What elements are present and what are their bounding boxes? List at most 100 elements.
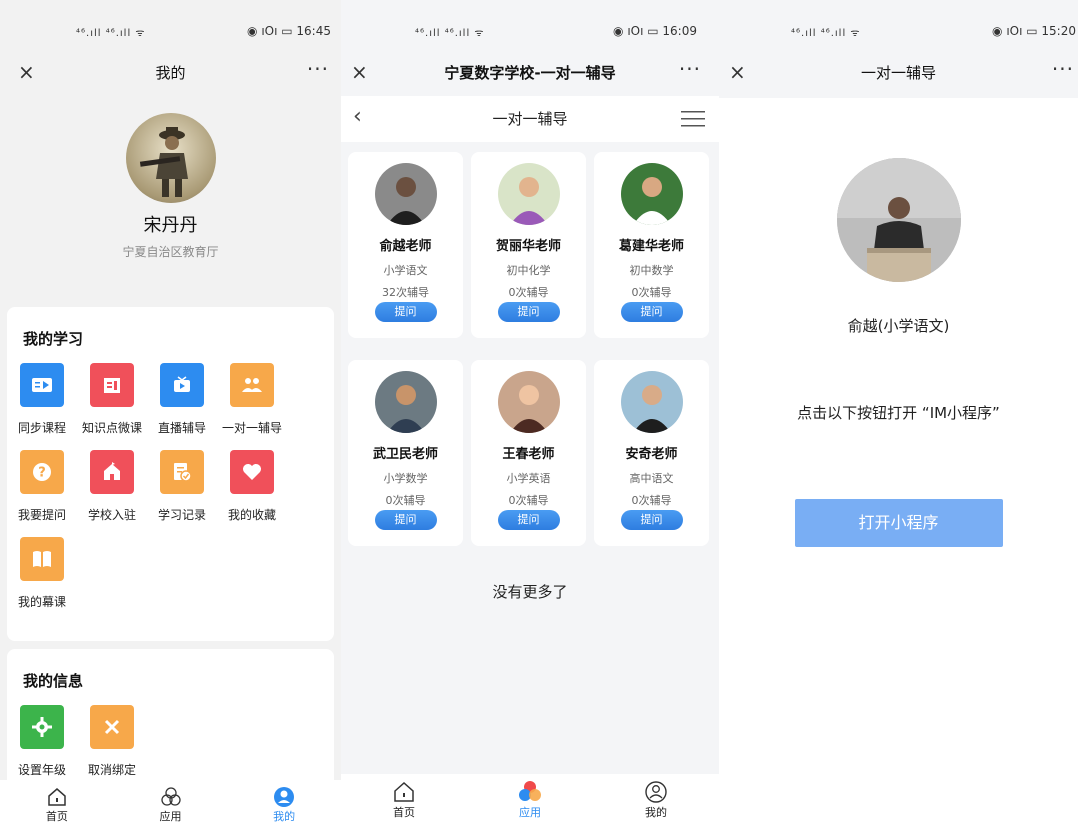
grid-item-question[interactable]: ? 我要提问 — [7, 450, 77, 523]
ask-button[interactable]: 提问 — [497, 302, 560, 322]
grid-item-label: 学习记录 — [157, 508, 206, 522]
ask-button[interactable]: 提问 — [620, 510, 683, 530]
tutoring-count: 0次辅导 — [385, 494, 426, 507]
question-icon: ? — [20, 450, 64, 494]
teacher-name: 俞越老师 — [379, 239, 432, 254]
teacher-photo-icon — [497, 163, 560, 225]
tab-label: 首页 — [45, 810, 68, 823]
title-bar: × 宁夏数字学校-一对一辅导 ··· — [341, 57, 719, 88]
tab-mine[interactable]: 我的 — [227, 780, 341, 824]
teacher-card[interactable]: 葛建华老师 初中数学 0次辅导 提问 — [594, 152, 709, 338]
teacher-subject: 小学数学 — [383, 472, 428, 485]
tab-label: 应用 — [159, 810, 182, 823]
grid-item-label: 我的收藏 — [227, 508, 276, 522]
teacher-name: 武卫民老师 — [372, 447, 438, 462]
status-bar: ⁴⁶.ıll ⁴⁶.ıll ᯤ ◉ ıOı ▭ 15:20 — [719, 0, 1078, 60]
my-study-card: 我的学习 同步课程 知识点微课 直播辅导 一对一辅导? 我要提问 学校入驻 学习记录 我的收藏… — [7, 307, 334, 641]
teacher-name: 王春老师 — [502, 447, 555, 462]
open-mini-program-button[interactable]: 打开小程序 — [794, 499, 1003, 547]
screen-my-profile: ⁴⁶.ıll ⁴⁶.ıll ᯤ ◉ ıOı ▭ 16:45 × 我的 ··· 宋… — [0, 0, 341, 824]
tab-home[interactable]: 首页 — [341, 774, 467, 824]
info-grid: 设置年级 取消绑定 — [7, 691, 334, 778]
tab-label: 我的 — [645, 806, 667, 819]
teacher-name: 俞越(小学语文) — [847, 317, 950, 335]
teacher-card[interactable]: 王春老师 小学英语 0次辅导 提问 — [471, 360, 586, 546]
tab-label: 应用 — [519, 806, 541, 819]
more-icon[interactable]: ··· — [1052, 57, 1074, 81]
teacher-card[interactable]: 安奇老师 高中语文 0次辅导 提问 — [594, 360, 709, 546]
video-icon — [20, 363, 64, 407]
tutoring-count: 0次辅导 — [508, 286, 549, 299]
signal-icon: ⁴⁶.ıll ⁴⁶.ıll ᯤ — [791, 28, 861, 39]
tab-mine[interactable]: 我的 — [593, 774, 719, 824]
grid-item-heart[interactable]: 我的收藏 — [217, 450, 287, 523]
film-icon — [90, 363, 134, 407]
tab-home[interactable]: 首页 — [0, 780, 114, 824]
teacher-photo-icon — [374, 163, 437, 225]
user-icon — [274, 787, 295, 807]
more-icon[interactable]: ··· — [307, 57, 329, 81]
grid-item-video[interactable]: 同步课程 — [7, 363, 77, 436]
tutoring-count: 0次辅导 — [508, 494, 549, 507]
teacher-photo-icon — [836, 158, 961, 282]
book-icon — [20, 537, 64, 581]
avatar[interactable] — [125, 113, 216, 203]
teacher-avatar — [836, 158, 961, 282]
grid-item-label: 直播辅导 — [157, 421, 206, 435]
ask-button[interactable]: 提问 — [620, 302, 683, 322]
grid-item-label: 学校入驻 — [87, 508, 136, 522]
ask-button[interactable]: 提问 — [374, 302, 437, 322]
ask-button[interactable]: 提问 — [374, 510, 437, 530]
teacher-card[interactable]: 武卫民老师小学数学 0次辅导提问 — [348, 360, 463, 546]
more-icon[interactable]: ··· — [679, 57, 701, 81]
ask-button[interactable]: 提问 — [497, 510, 560, 530]
tutoring-count: 32次辅导 — [382, 286, 429, 299]
grid-item-gear[interactable]: 设置年级 — [7, 705, 77, 778]
user-name: 宋丹丹 — [143, 215, 198, 236]
user-icon — [645, 781, 667, 803]
home-icon — [394, 781, 414, 802]
grid-item-label: 一对一辅导 — [221, 421, 282, 435]
svg-text:?: ? — [38, 466, 46, 481]
teacher-subject: 初中化学 — [506, 264, 551, 277]
signal-icon: ⁴⁶.ıll ⁴⁶.ıll ᯤ — [76, 28, 146, 39]
grid-item-label: 取消绑定 — [87, 763, 136, 777]
grid-item-close[interactable]: 取消绑定 — [77, 705, 147, 778]
grid-item-record[interactable]: 学习记录 — [147, 450, 217, 523]
status-bar: ⁴⁶.ıll ⁴⁶.ıll ᯤ ◉ ıOı ▭ 16:45 — [0, 0, 341, 60]
tab-apps[interactable]: 应用 — [114, 780, 228, 824]
avatar-figure-icon — [139, 127, 188, 197]
screen-tutor-detail: ⁴⁶.ıll ⁴⁶.ıll ᯤ ◉ ıOı ▭ 15:20 × 一对一辅导 ··… — [719, 0, 1078, 824]
record-icon — [160, 450, 204, 494]
tv-play-icon — [160, 363, 204, 407]
menu-icon[interactable] — [681, 110, 705, 128]
grid-item-label: 同步课程 — [17, 421, 66, 435]
grid-item-label: 设置年级 — [17, 763, 66, 777]
no-more-text: 没有更多了 — [492, 583, 568, 601]
hint-text: 点击以下按钮打开 “IM小程序” — [797, 404, 1000, 422]
bottom-nav: 首页 应用 我的 — [0, 780, 341, 824]
section-title: 我的学习 — [23, 330, 84, 348]
sub-title: 一对一辅导 — [492, 110, 568, 128]
grid-item-school[interactable]: 学校入驻 — [77, 450, 147, 523]
status-right: ◉ ıOı ▭ 16:09 — [613, 24, 697, 38]
grid-item-people[interactable]: 一对一辅导 — [217, 363, 287, 436]
tab-label: 首页 — [393, 806, 415, 819]
profile-header: 宋丹丹 宁夏自治区教育厅 — [0, 113, 341, 307]
grid-item-film[interactable]: 知识点微课 — [77, 363, 147, 436]
teacher-photo-icon — [620, 371, 683, 433]
teacher-avatar — [374, 371, 437, 433]
teacher-card[interactable]: 俞越老师小学语文 32次辅导提问 — [348, 152, 463, 338]
tab-label: 我的 — [273, 810, 296, 823]
tutoring-count: 0次辅导 — [631, 286, 672, 299]
grid-item-book[interactable]: 我的幕课 — [7, 537, 77, 610]
teacher-photo-icon — [374, 371, 437, 433]
title-bar: × 一对一辅导 ··· — [719, 57, 1078, 98]
grid-item-tv-play[interactable]: 直播辅导 — [147, 363, 217, 436]
teacher-card[interactable]: 贺丽华老师 初中化学 0次辅导 提问 — [471, 152, 586, 338]
grid-item-label: 我要提问 — [17, 508, 66, 522]
bottom-nav: 首页 应用 我的 — [341, 774, 719, 824]
teacher-avatar — [374, 163, 437, 225]
tab-apps[interactable]: 应用 — [467, 774, 593, 824]
teacher-subject: 小学语文 — [383, 264, 428, 277]
